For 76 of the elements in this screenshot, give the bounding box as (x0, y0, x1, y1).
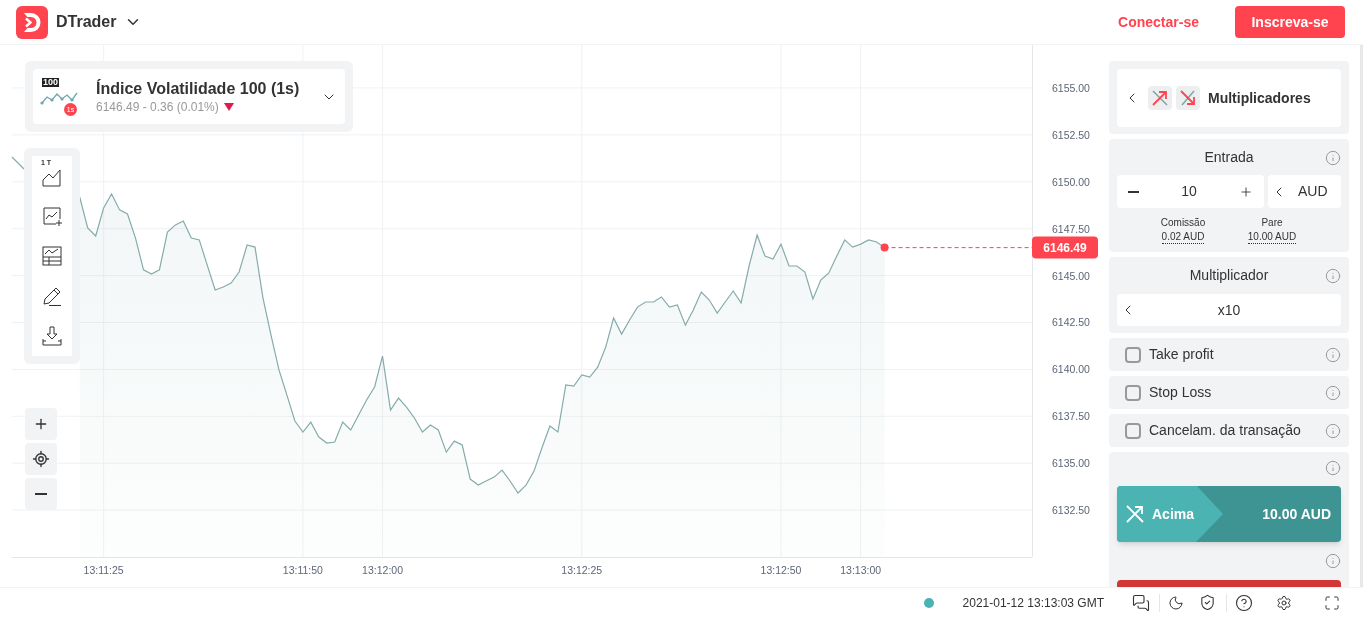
commission-label: Comissão (1160, 216, 1206, 230)
download-icon (42, 326, 62, 346)
fullscreen-button[interactable] (1324, 594, 1340, 611)
theme-button[interactable] (1168, 594, 1184, 611)
chat-icon (1132, 593, 1150, 612)
settings-button[interactable] (1276, 594, 1292, 611)
rise-arrow-icon (1126, 505, 1144, 523)
moon-icon (1168, 594, 1184, 611)
market-name: Índice Volatilidade 100 (1s) (96, 78, 300, 99)
help-icon (1235, 593, 1253, 612)
chat-button[interactable] (1132, 593, 1150, 612)
time-axis-label: 13:13:00 (840, 564, 882, 576)
price-axis-label: 6155.00 (1052, 81, 1090, 94)
info-icon[interactable] (1325, 384, 1341, 401)
time-axis-label: 13:12:50 (760, 564, 802, 576)
checkbox[interactable] (1125, 346, 1141, 363)
zoom-out-button[interactable] (25, 478, 57, 510)
reset-view-button[interactable] (25, 443, 57, 475)
help-button[interactable] (1235, 593, 1253, 612)
logo-icon[interactable] (16, 5, 48, 39)
security-button[interactable] (1199, 594, 1216, 611)
shield-check-icon (1199, 594, 1216, 611)
buy-button[interactable]: Acima 10.00 AUD (1117, 486, 1341, 542)
price-axis-label: 6135.00 (1052, 457, 1090, 470)
fullscreen-icon (1324, 594, 1340, 611)
option-label: Stop Loss (1149, 383, 1212, 402)
current-price-tag: 6146.49 (1032, 236, 1098, 259)
market-quote: 6146.49 - 0.36 (0.01%) (96, 99, 219, 115)
info-icon[interactable] (1325, 460, 1341, 476)
stake-field[interactable]: 10 (1117, 175, 1264, 208)
price-axis-label: 6150.00 (1052, 175, 1090, 188)
trade-type-selector[interactable]: Multiplicadores (1117, 69, 1341, 127)
server-time: 2021-01-12 13:13:03 GMT (962, 594, 1104, 612)
checkbox[interactable] (1125, 384, 1141, 401)
price-axis-label: 6142.50 (1052, 316, 1090, 329)
index-label: 100 (42, 77, 60, 87)
plus-icon (33, 416, 49, 432)
option-label: Take profit (1149, 345, 1214, 364)
time-axis-label: 13:12:00 (362, 564, 403, 576)
chart-table-icon (42, 246, 62, 266)
stop-out-label: Pare (1261, 216, 1283, 230)
price-axis-label: 6145.00 (1052, 269, 1090, 282)
minus-icon (35, 493, 47, 495)
time-axis-label: 13:12:25 (561, 564, 603, 576)
option-label: Cancelam. da transação (1149, 421, 1301, 440)
stake-title: Entrada (1203, 148, 1255, 167)
settings-icon (1276, 594, 1292, 611)
commission-value: 0.02 AUD (1161, 230, 1205, 244)
last-price-dot-icon (880, 243, 889, 252)
info-icon[interactable] (1325, 553, 1341, 569)
pencil-icon (42, 286, 62, 306)
info-icon[interactable] (1325, 149, 1341, 166)
multiplier-title: Multiplicador (1188, 266, 1270, 285)
price-axis-label: 6147.50 (1052, 222, 1090, 235)
minus-icon (1128, 190, 1139, 193)
crosshair-icon (32, 450, 50, 468)
price-axis-label: 6137.50 (1052, 410, 1090, 423)
platform-switcher[interactable]: DTrader (56, 10, 143, 34)
trade-type-name: Multiplicadores (1208, 88, 1311, 108)
chart-plus-icon (42, 206, 62, 226)
time-axis-label: 13:11:50 (282, 564, 323, 576)
stop-out-value: 10.00 AUD (1247, 230, 1297, 244)
price-axis-label: 6152.50 (1052, 128, 1090, 141)
time-axis-label: 13:11:25 (83, 564, 124, 576)
multiplier-dropdown[interactable]: x10 (1117, 294, 1341, 326)
price-axis-label: 6140.00 (1052, 363, 1090, 376)
currency-dropdown[interactable]: AUD (1268, 175, 1341, 208)
checkbox[interactable] (1125, 422, 1141, 439)
plus-icon (1239, 184, 1253, 199)
area-chart-icon (42, 167, 62, 187)
info-icon[interactable] (1325, 346, 1341, 363)
zoom-in-button[interactable] (25, 408, 57, 440)
info-icon[interactable] (1325, 267, 1341, 284)
increase-button[interactable] (1239, 184, 1253, 199)
price-axis-label: 6132.50 (1052, 504, 1090, 517)
info-icon[interactable] (1325, 422, 1341, 439)
